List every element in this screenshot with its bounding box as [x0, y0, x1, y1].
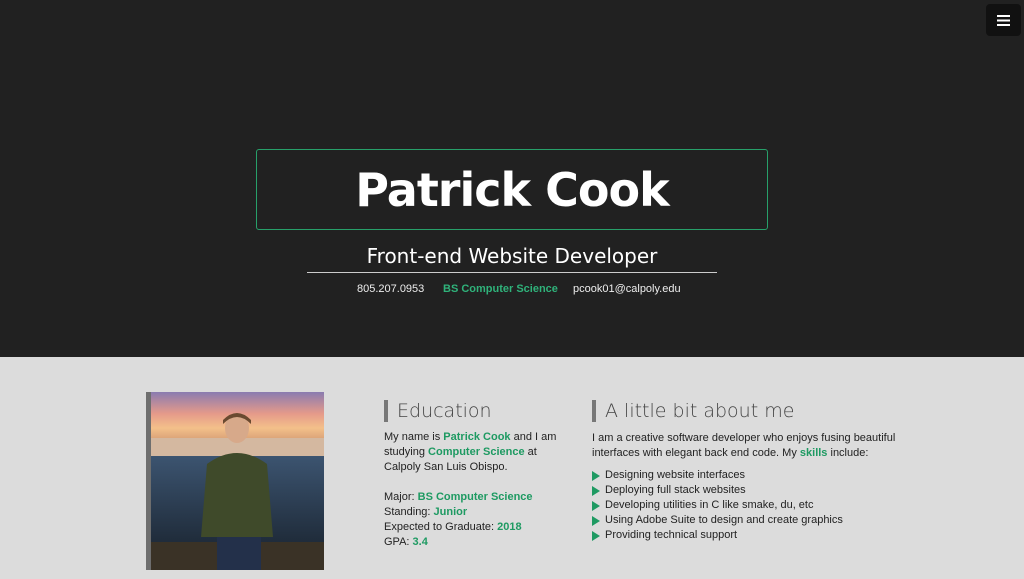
profile-photo [146, 392, 324, 570]
education-intro: My name is Patrick Cook and I am studyin… [384, 430, 574, 475]
skill-text: Deploying full stack websites [605, 484, 746, 496]
graduation-row: Expected to Graduate: 2018 [384, 520, 574, 535]
name-box: Patrick Cook [256, 149, 768, 230]
list-item: Developing utilities in C like smake, du… [592, 498, 843, 513]
list-item: Deploying full stack websites [592, 483, 843, 498]
about-heading-text: A little bit about me [605, 400, 795, 422]
triangle-bullet-icon [592, 500, 600, 511]
skill-text: Designing website interfaces [605, 469, 746, 481]
gpa-row: GPA: 3.4 [384, 535, 574, 550]
page-title: Patrick Cook [355, 162, 669, 217]
education-details: Major: BS Computer Science Standing: Jun… [384, 490, 574, 550]
menu-button[interactable] [986, 4, 1021, 36]
education-field: Computer Science [428, 446, 525, 458]
standing-row: Standing: Junior [384, 505, 574, 520]
major-label: Major: [384, 491, 418, 503]
standing-label: Standing: [384, 506, 434, 518]
skill-text: Providing technical support [605, 529, 738, 541]
skill-text: Developing utilities in C like smake, du… [605, 499, 814, 511]
list-item: Providing technical support [592, 528, 843, 543]
skills-word: skills [799, 447, 828, 459]
triangle-bullet-icon [592, 485, 600, 496]
degree-label: BS Computer Science [443, 283, 558, 295]
education-heading-text: Education [397, 400, 492, 422]
triangle-bullet-icon [592, 470, 600, 481]
role-subtitle: Front-end Website Developer [366, 244, 658, 268]
hamburger-menu-icon [997, 14, 1010, 26]
triangle-bullet-icon [592, 515, 600, 526]
heading-accent-bar [384, 400, 388, 422]
education-name: Patrick Cook [443, 431, 511, 443]
triangle-bullet-icon [592, 530, 600, 541]
email-link[interactable]: pcook01@calpoly.edu [573, 283, 681, 295]
list-item: Using Adobe Suite to design and create g… [592, 513, 843, 528]
skill-text: Using Adobe Suite to design and create g… [605, 514, 843, 526]
gpa-value: 3.4 [412, 536, 428, 548]
standing-value: Junior [433, 506, 468, 518]
profile-image [151, 392, 324, 570]
gpa-label: GPA: [384, 536, 413, 548]
phone-number[interactable]: 805.207.0953 [357, 283, 424, 295]
hero-section: Patrick Cook Front-end Website Developer… [0, 0, 1024, 357]
skills-list: Designing website interfaces Deploying f… [592, 468, 843, 543]
role-divider [307, 272, 717, 273]
about-text-2: include: [827, 447, 869, 459]
graduation-value: 2018 [497, 521, 522, 533]
major-row: Major: BS Computer Science [384, 490, 574, 505]
major-value: BS Computer Science [417, 491, 533, 503]
about-intro: I am a creative software developer who e… [592, 431, 922, 461]
graduation-label: Expected to Graduate: [384, 521, 498, 533]
education-text-1: My name is [384, 431, 444, 443]
heading-accent-bar [592, 400, 596, 422]
education-heading: Education [384, 400, 492, 422]
list-item: Designing website interfaces [592, 468, 843, 483]
about-heading: A little bit about me [592, 400, 794, 422]
